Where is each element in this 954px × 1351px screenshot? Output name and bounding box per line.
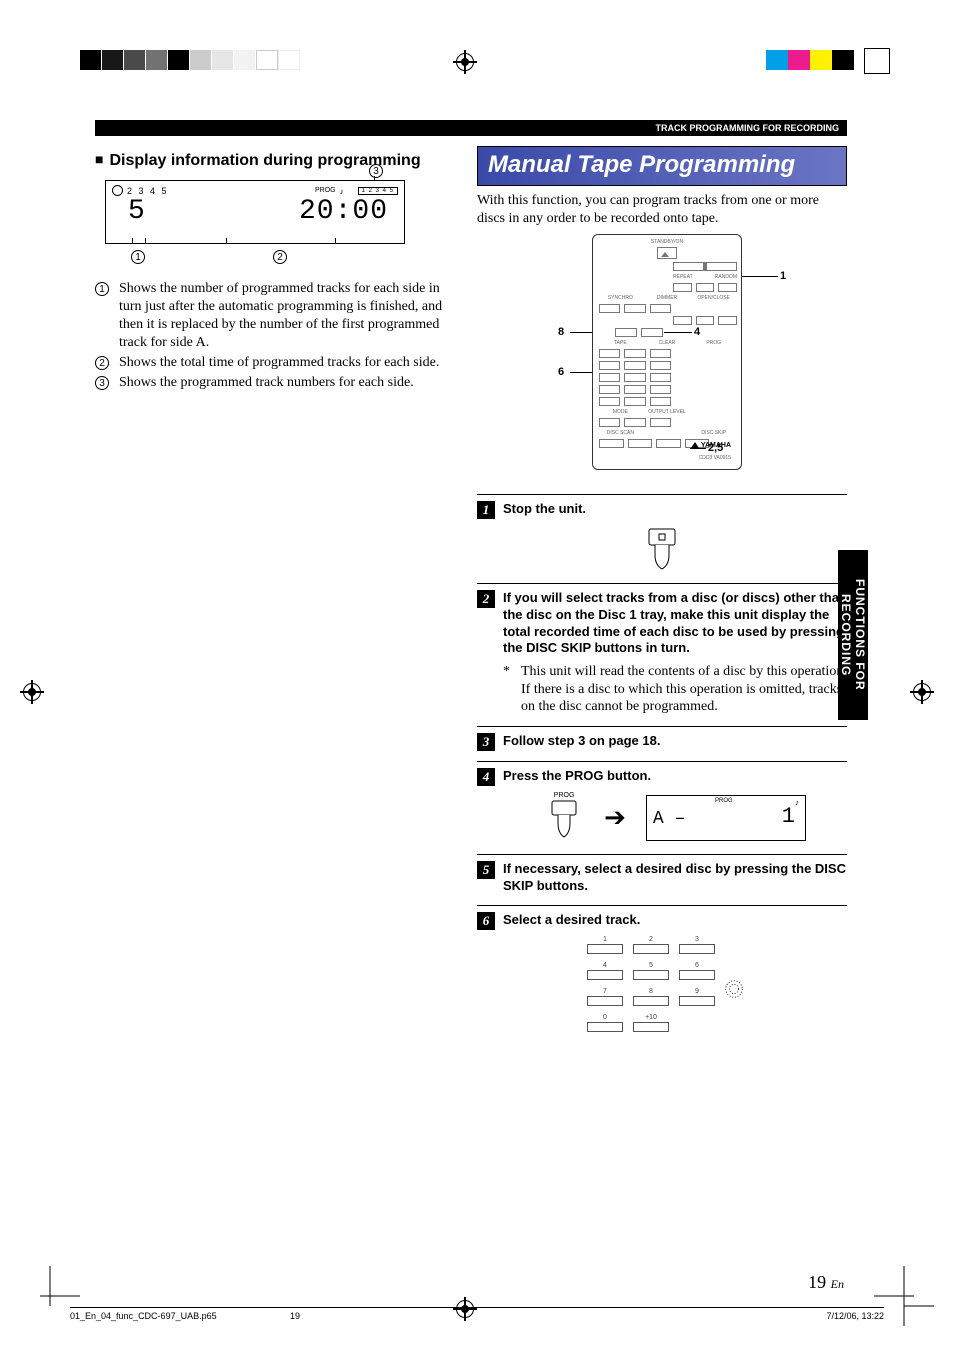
print-colorbar-right — [766, 50, 854, 70]
step-5: 5 If necessary, select a desired disc by… — [477, 854, 847, 905]
step-6: 6 Select a desired track. 1 2 3 4 5 — [477, 905, 847, 1050]
step-4: 4 Press the PROG button. PROG — [477, 761, 847, 854]
crop-corner — [20, 1266, 80, 1331]
list-item: 2 Shows the total time of programmed tra… — [95, 354, 449, 372]
registration-mark — [453, 50, 477, 74]
step-note: * This unit will read the contents of a … — [503, 663, 847, 716]
step-number: 2 — [477, 590, 495, 608]
list-item: 1 Shows the number of programmed tracks … — [95, 280, 449, 352]
leader-4: 4 — [694, 326, 700, 338]
speaker-icon: ♪ — [340, 187, 350, 195]
step-2: 2 If you will select tracks from a disc … — [477, 583, 847, 726]
crop-corner — [874, 1266, 934, 1331]
left-heading: Display information during programming — [95, 152, 449, 170]
arrow-right-icon: ➔ — [604, 802, 626, 833]
step-title: Press the PROG button. — [503, 768, 651, 785]
section-header-strip: TRACK PROGRAMMING FOR RECORDING — [95, 120, 847, 136]
remote-label: STANDBY/ON — [593, 239, 741, 245]
leader-6: 6 — [558, 366, 564, 378]
steps: 1 Stop the unit. 2 If you will select — [477, 494, 847, 1050]
print-colorbar-left — [80, 50, 300, 70]
step-number: 3 — [477, 733, 495, 751]
step-number: 5 — [477, 861, 495, 879]
side-tab: FUNCTIONS FOR RECORDING — [838, 550, 868, 720]
remote-model: CDC8 VA0915 — [699, 455, 731, 461]
display-illustration: 3 2 3 4 5 PROG ♪ 1 2 3 4 5 5 20:00 — [105, 180, 405, 268]
track-number-row: 2 3 4 5 — [127, 186, 169, 196]
mini-display: PROG♪ A – 1 — [646, 795, 806, 841]
crop-box — [864, 48, 890, 74]
registration-mark — [20, 680, 44, 704]
step-number: 1 — [477, 501, 495, 519]
footer: 01_En_04_func_CDC-697_UAB.p65 19 7/12/06… — [70, 1307, 884, 1321]
step-title: If necessary, select a desired disc by p… — [503, 861, 847, 895]
list-item: 3 Shows the programmed track numbers for… — [95, 374, 449, 392]
step-title: Follow step 3 on page 18. — [503, 733, 660, 750]
step-title: Select a desired track. — [503, 912, 640, 929]
leader-25: 2,5 — [708, 442, 723, 454]
page-number: 19 En — [808, 1272, 844, 1293]
step-number: 4 — [477, 768, 495, 786]
prog-button-icon — [544, 799, 584, 839]
prog-label: PROG — [544, 792, 584, 799]
registration-mark — [910, 680, 934, 704]
leader-1: 1 — [780, 270, 786, 282]
content-area: TRACK PROGRAMMING FOR RECORDING Display … — [95, 120, 847, 1050]
step-number: 6 — [477, 912, 495, 930]
leader-8: 8 — [558, 326, 564, 338]
stop-button-icon — [637, 527, 687, 573]
prog-indicator: PROG — [315, 187, 336, 194]
mini-track-box: 1 2 3 4 5 — [358, 187, 398, 195]
display-big-left: 5 — [128, 196, 146, 227]
footer-page: 19 — [290, 1311, 300, 1321]
step-title: Stop the unit. — [503, 501, 586, 518]
disc-ring-icon — [112, 185, 123, 196]
remote-illustration: STANDBY/ON REPEATRANDOM SYNCHRODIMMEROPE… — [532, 234, 792, 480]
display-big-right: 20:00 — [299, 196, 388, 227]
keypad-illustration: 1 2 3 4 5 6 7 8 — [587, 936, 737, 1032]
step-3: 3 Follow step 3 on page 18. — [477, 726, 847, 761]
right-column: Manual Tape Programming With this functi… — [477, 146, 847, 1050]
right-title: Manual Tape Programming — [477, 146, 847, 186]
left-column: Display information during programming 3… — [95, 146, 449, 1050]
page: TRACK PROGRAMMING FOR RECORDING Display … — [0, 0, 954, 1351]
press-burst-icon — [723, 978, 745, 1000]
footer-file: 01_En_04_func_CDC-697_UAB.p65 — [70, 1311, 217, 1321]
intro-text: With this function, you can program trac… — [477, 192, 847, 228]
step-1: 1 Stop the unit. — [477, 494, 847, 583]
step-title: If you will select tracks from a disc (o… — [503, 590, 847, 658]
